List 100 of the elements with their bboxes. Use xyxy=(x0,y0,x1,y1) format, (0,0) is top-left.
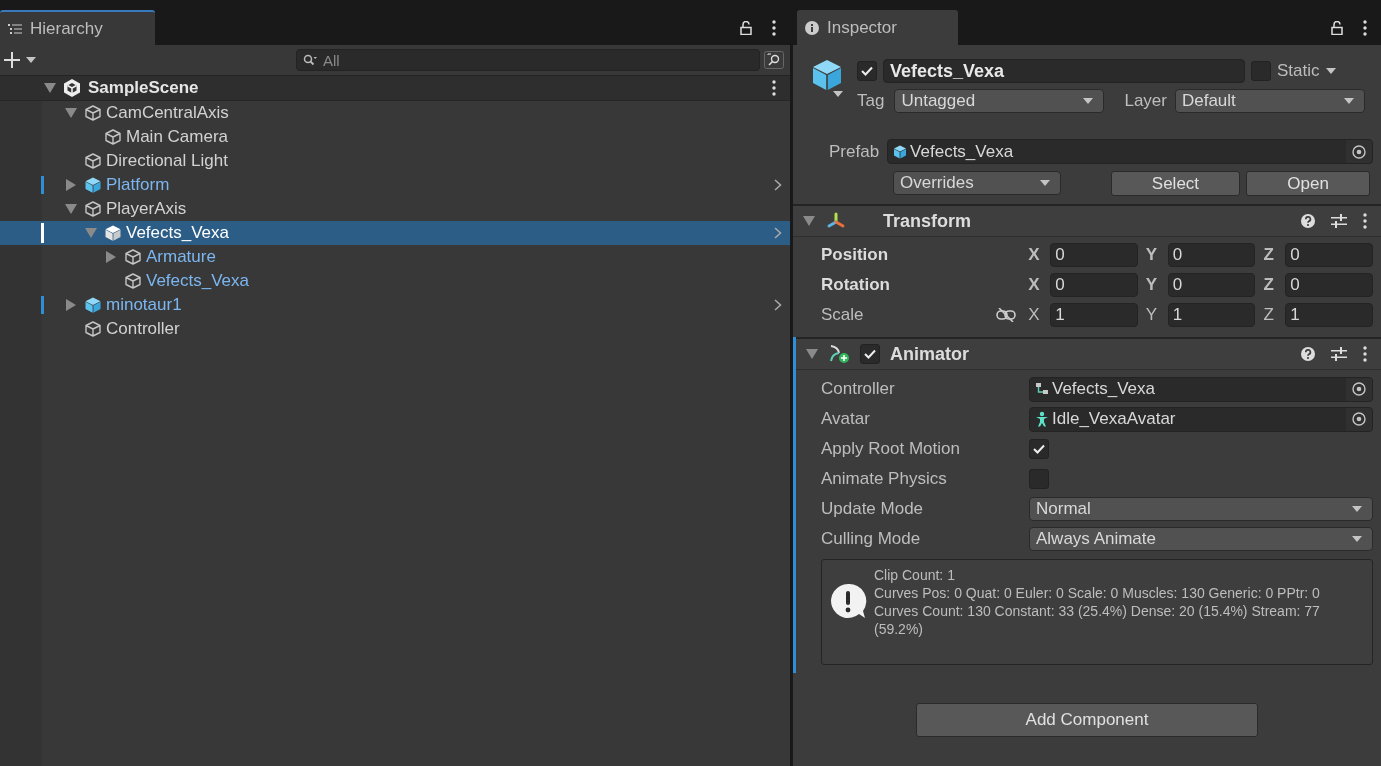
chevron-right-icon[interactable] xyxy=(774,227,782,239)
number-field[interactable]: 0 xyxy=(1050,243,1138,267)
hierarchy-row[interactable]: Vefects_Vexa xyxy=(0,221,790,245)
disclosure-triangle-icon[interactable] xyxy=(65,299,77,311)
add-component-button[interactable]: Add Component xyxy=(916,703,1258,737)
disclosure-triangle-icon[interactable] xyxy=(105,251,117,263)
info-icon xyxy=(805,20,819,35)
number-field[interactable]: 0 xyxy=(1050,273,1138,297)
dropdown-caret-icon xyxy=(1039,180,1050,186)
caret-icon xyxy=(26,57,36,63)
dropdown-caret-icon xyxy=(1352,536,1362,542)
dropdown-caret-icon xyxy=(1083,98,1094,104)
property-label: Rotation xyxy=(821,275,891,295)
more-options-icon[interactable] xyxy=(772,80,776,96)
number-field[interactable]: 0 xyxy=(1167,243,1256,267)
tag-dropdown[interactable]: Untagged xyxy=(894,89,1105,113)
property-label: Position xyxy=(821,245,890,265)
number-field[interactable]: 0 xyxy=(1285,273,1374,297)
hierarchy-tab[interactable]: Hierarchy xyxy=(0,10,155,45)
prefab-button[interactable]: Select xyxy=(1110,171,1241,196)
axis-label: Z xyxy=(1263,305,1275,325)
disclosure-triangle-icon[interactable] xyxy=(806,348,818,360)
disclosure-triangle-icon[interactable] xyxy=(803,215,815,227)
checkmark-icon xyxy=(864,349,876,359)
axis-label: X xyxy=(1028,245,1041,265)
property-label: Scale xyxy=(821,305,865,325)
object-picker-icon[interactable] xyxy=(1352,144,1366,159)
hierarchy-row[interactable]: Platform xyxy=(0,173,790,197)
disclosure-triangle-icon[interactable] xyxy=(65,203,77,215)
unlinked-icon[interactable] xyxy=(996,308,1017,322)
more-options-icon[interactable] xyxy=(1363,346,1367,362)
disclosure-triangle-icon[interactable] xyxy=(44,82,56,94)
more-options-icon[interactable] xyxy=(772,19,776,36)
cube-outline-icon xyxy=(124,272,142,290)
help-icon[interactable] xyxy=(1301,347,1315,361)
dropdown[interactable]: Normal xyxy=(1029,497,1373,521)
number-field[interactable]: 0 xyxy=(1167,273,1256,297)
more-options-icon[interactable] xyxy=(1363,19,1367,36)
prefab-field[interactable]: Vefects_Vexa xyxy=(887,139,1373,164)
inspector-tab[interactable]: Inspector xyxy=(797,10,958,45)
hierarchy-row[interactable]: minotaur1 xyxy=(0,293,790,317)
object-field[interactable]: Vefects_Vexa xyxy=(1029,376,1373,402)
presets-icon[interactable] xyxy=(1331,214,1347,228)
hierarchy-row[interactable]: Vefects_Vexa xyxy=(0,269,790,293)
help-icon[interactable] xyxy=(1301,214,1315,228)
animator-icon xyxy=(828,344,850,364)
lock-icon[interactable] xyxy=(1331,20,1343,35)
axis-label: X xyxy=(1028,275,1041,295)
more-options-icon[interactable] xyxy=(1363,213,1367,229)
cube-outline-icon xyxy=(84,104,102,122)
figure-icon xyxy=(1035,411,1049,427)
active-checkbox[interactable] xyxy=(857,61,877,81)
number-field[interactable]: 1 xyxy=(1167,303,1256,327)
axis-label: Z xyxy=(1263,245,1275,265)
hierarchy-row[interactable]: Armature xyxy=(0,245,790,269)
dropdown[interactable]: Always Animate xyxy=(1029,527,1373,551)
object-picker-icon[interactable] xyxy=(1352,412,1366,426)
property-label: Avatar xyxy=(821,409,871,429)
name-field[interactable]: Vefects_Vexa xyxy=(883,59,1245,83)
chevron-right-icon[interactable] xyxy=(774,299,782,311)
property-label: Culling Mode xyxy=(821,529,922,549)
object-field[interactable]: Idle_VexaAvatar xyxy=(1029,406,1373,432)
number-field[interactable]: 0 xyxy=(1285,243,1374,267)
hierarchy-row[interactable]: CamCentralAxis xyxy=(0,101,790,125)
checkbox[interactable] xyxy=(1029,439,1049,459)
cube-outline-icon xyxy=(84,200,102,218)
hierarchy-row[interactable]: Directional Light xyxy=(0,149,790,173)
cube-outline-icon xyxy=(124,248,142,266)
axis-label: Y xyxy=(1145,245,1159,265)
number-field[interactable]: 1 xyxy=(1285,303,1374,327)
plus-icon xyxy=(4,52,20,68)
enabled-checkbox[interactable] xyxy=(860,344,880,364)
search-scope-icon[interactable] xyxy=(764,51,784,69)
hierarchy-row[interactable]: Controller xyxy=(0,317,790,341)
object-name: CamCentralAxis xyxy=(106,103,229,123)
hierarchy-row[interactable]: PlayerAxis xyxy=(0,197,790,221)
search-field[interactable]: All xyxy=(296,49,760,71)
layer-dropdown[interactable]: Default xyxy=(1174,89,1365,113)
chevron-right-icon[interactable] xyxy=(774,179,782,191)
cube-outline-icon xyxy=(84,320,102,338)
hierarchy-row[interactable]: Main Camera xyxy=(0,125,790,149)
static-checkbox[interactable] xyxy=(1251,61,1271,81)
disclosure-triangle-icon[interactable] xyxy=(65,179,77,191)
object-name: PlayerAxis xyxy=(106,199,187,219)
object-name: Platform xyxy=(106,175,170,195)
checkbox[interactable] xyxy=(1029,469,1049,489)
prefab-cube-icon xyxy=(811,59,843,93)
prefab-button[interactable]: Open xyxy=(1246,171,1370,196)
presets-icon[interactable] xyxy=(1331,347,1347,361)
prefab-cube-icon xyxy=(84,176,102,194)
node-graph-icon xyxy=(1035,382,1049,396)
object-name: Vefects_Vexa xyxy=(146,271,250,291)
disclosure-triangle-icon[interactable] xyxy=(65,107,77,119)
checkmark-icon xyxy=(1033,444,1045,454)
property-label: Controller xyxy=(821,379,896,399)
overrides-dropdown[interactable]: Overrides xyxy=(893,171,1061,195)
object-picker-icon[interactable] xyxy=(1352,382,1366,396)
lock-icon[interactable] xyxy=(740,20,752,35)
number-field[interactable]: 1 xyxy=(1050,303,1138,327)
cube-outline-icon xyxy=(84,152,102,170)
